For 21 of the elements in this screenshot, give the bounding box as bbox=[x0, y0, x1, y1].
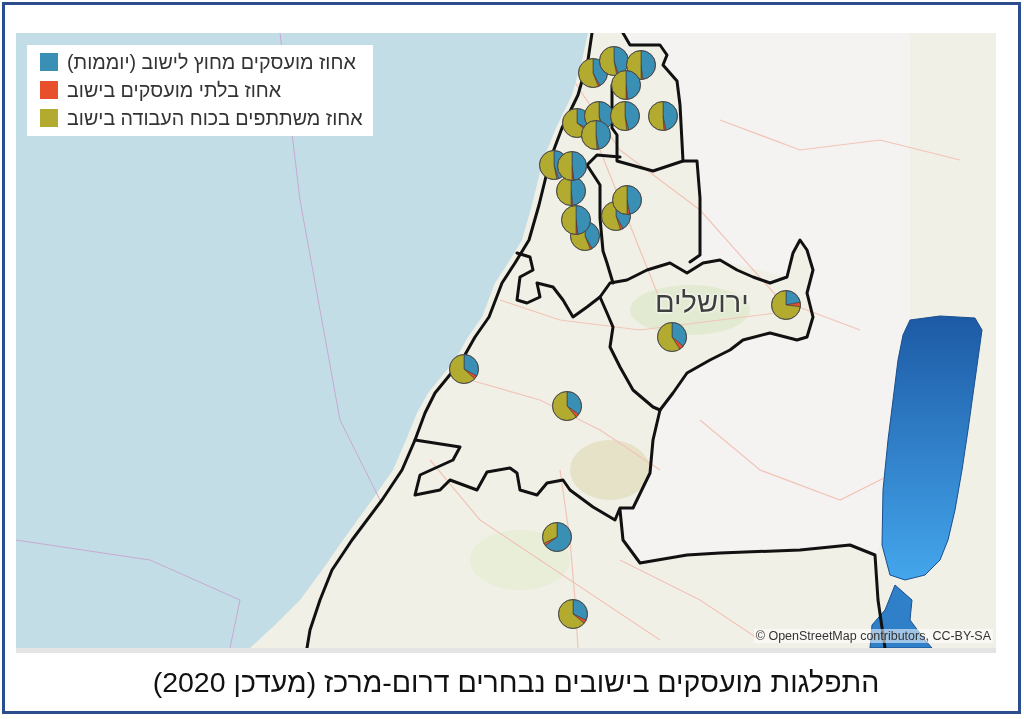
map-caption: התפלגות מועסקים בישובים נבחרים דרום-מרכז (מעדכן 2020) bbox=[152, 665, 880, 699]
pie-chart-icon bbox=[542, 522, 572, 552]
legend-label: אחוז משתתפים בכוח העבודה בישוב bbox=[67, 106, 363, 130]
pie-chart-icon bbox=[611, 70, 641, 100]
legend-label: אחוז בלתי מועסקים בישוב bbox=[67, 78, 282, 102]
pie-chart-icon bbox=[552, 391, 582, 421]
pie-chart-icon bbox=[556, 176, 586, 206]
map-attribution: © OpenStreetMap contributors, CC-BY-SA bbox=[753, 629, 993, 643]
pie-chart-icon bbox=[599, 46, 629, 76]
pie-chart-icon bbox=[657, 322, 687, 352]
city-label: ירושלים bbox=[655, 286, 749, 319]
pie-chart-icon bbox=[449, 354, 479, 384]
pie-chart-icon bbox=[581, 120, 611, 150]
pie-chart-icon bbox=[558, 599, 588, 629]
pie-chart-icon bbox=[557, 151, 587, 181]
pie-chart-icon bbox=[771, 290, 801, 320]
legend-label: אחוז מועסקים מחוץ לישוב (יוממות) bbox=[67, 50, 356, 74]
pie-chart-icon bbox=[612, 185, 642, 215]
pie-chart-icon bbox=[610, 101, 640, 131]
pie-chart-icon bbox=[648, 101, 678, 131]
pie-chart-icon bbox=[561, 205, 591, 235]
